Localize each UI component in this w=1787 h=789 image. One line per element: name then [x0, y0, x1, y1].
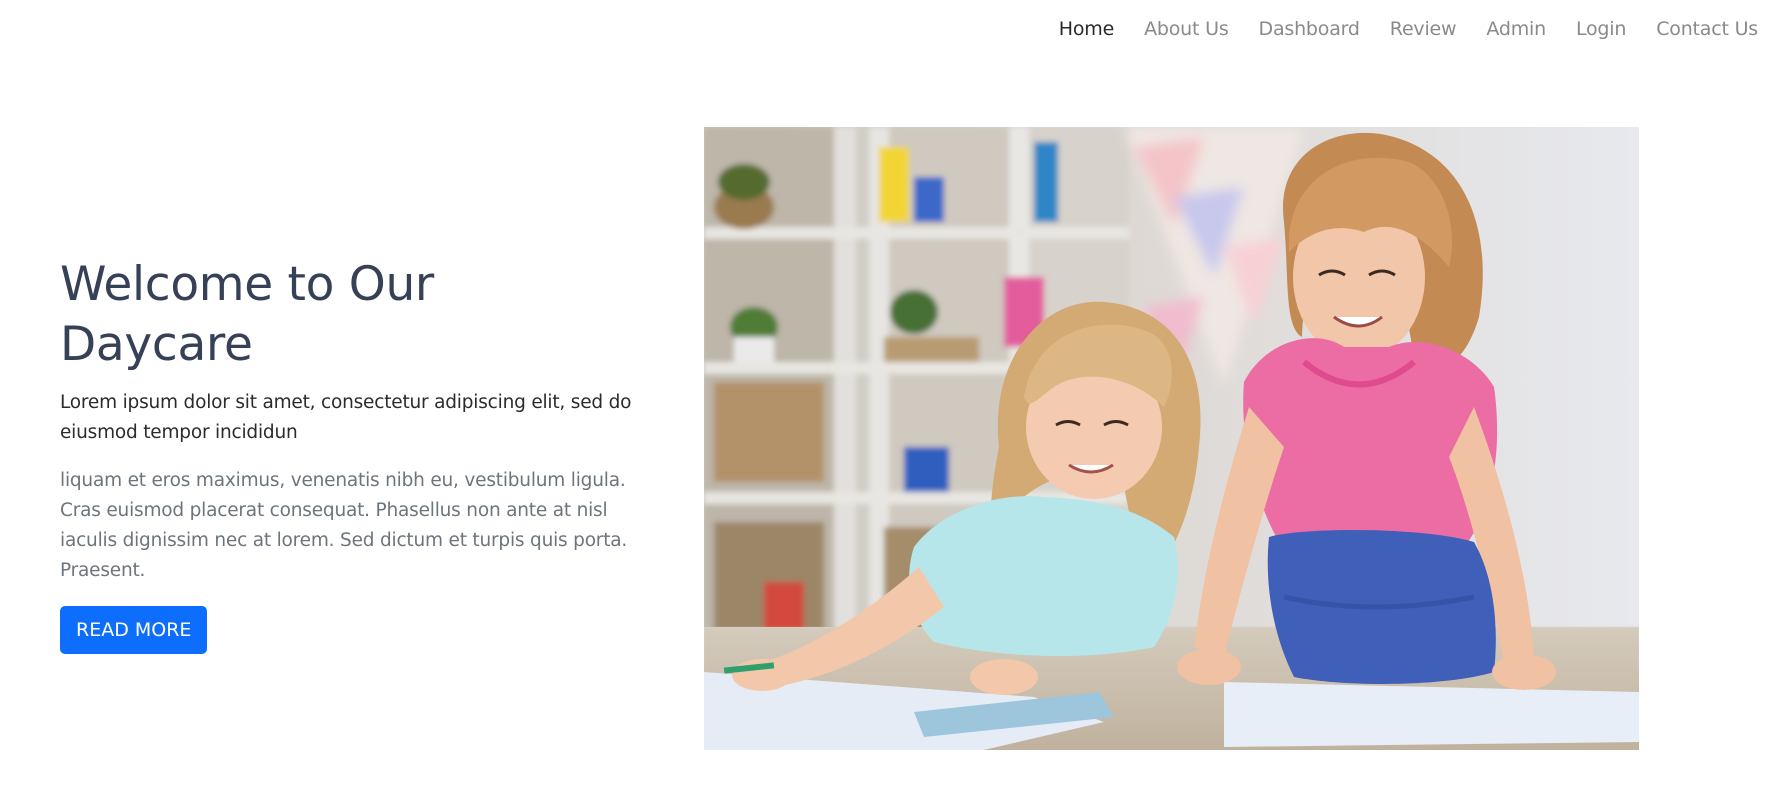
nav-list: Home About Us Dashboard Review Admin Log… — [1044, 18, 1773, 40]
nav-link-about-us[interactable]: About Us — [1129, 18, 1243, 40]
nav-link-login[interactable]: Login — [1561, 18, 1641, 40]
nav-link-contact-us[interactable]: Contact Us — [1641, 18, 1773, 40]
nav-item-login: Login — [1561, 18, 1641, 40]
nav-item-about-us: About Us — [1129, 18, 1243, 40]
nav-item-home: Home — [1044, 18, 1129, 40]
hero-text-section: Welcome to Our Daycare Lorem ipsum dolor… — [60, 255, 660, 654]
hero-title-line-1: Welcome to Our — [60, 257, 434, 312]
hero-title: Welcome to Our Daycare — [60, 255, 660, 375]
read-more-button[interactable]: READ MORE — [60, 606, 208, 654]
nav-link-review[interactable]: Review — [1375, 18, 1472, 40]
nav-item-dashboard: Dashboard — [1244, 18, 1375, 40]
hero-title-line-2: Daycare — [60, 317, 253, 372]
hero-body-paragraph: liquam et eros maximus, venenatis nibh e… — [60, 470, 628, 581]
nav-item-review: Review — [1375, 18, 1472, 40]
hero-lead-paragraph: Lorem ipsum dolor sit amet, consectetur … — [60, 392, 632, 443]
nav-link-admin[interactable]: Admin — [1471, 18, 1561, 40]
nav-link-dashboard[interactable]: Dashboard — [1244, 18, 1375, 40]
top-navbar: Home About Us Dashboard Review Admin Log… — [0, 0, 1787, 58]
nav-link-home[interactable]: Home — [1044, 18, 1129, 40]
nav-item-admin: Admin — [1471, 18, 1561, 40]
nav-item-contact-us: Contact Us — [1641, 18, 1773, 40]
hero-image-children-playing — [704, 127, 1639, 750]
